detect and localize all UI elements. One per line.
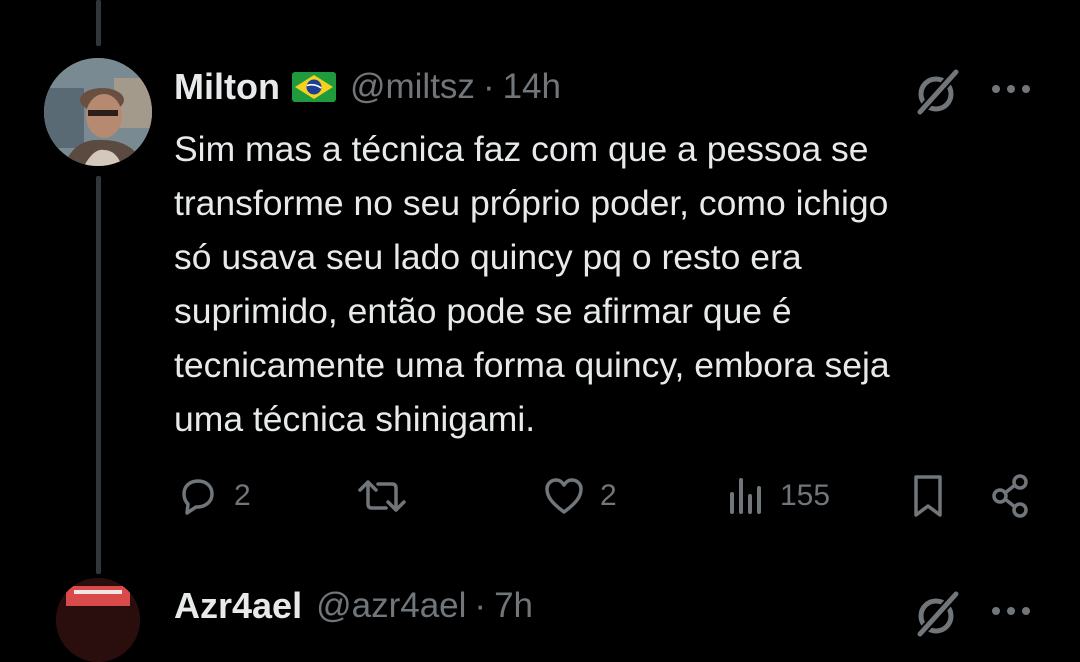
bookmark-button[interactable]	[908, 470, 948, 522]
like-count: 2	[600, 479, 617, 512]
views-button[interactable]: 155	[726, 470, 830, 522]
tweet-text: Sim mas a técnica faz com que a pessoa s…	[174, 122, 1044, 446]
author-name[interactable]: Milton	[174, 66, 280, 108]
tweet-text-line: uma técnica shinigami.	[174, 399, 536, 439]
thread-line-top	[96, 0, 101, 46]
tweet-text-line: tecnicamente uma forma quincy, embora se…	[174, 345, 890, 385]
tweet-text-line: transforme no seu próprio poder, como ic…	[174, 183, 889, 223]
next-grok-icon[interactable]	[912, 588, 964, 640]
separator-dot: ·	[482, 67, 495, 106]
reply-count: 2	[234, 479, 251, 512]
tweet-text-line: suprimido, então pode se afirmar que é	[174, 291, 792, 331]
bookmark-icon	[914, 475, 942, 517]
thread-line-bottom	[96, 176, 101, 574]
like-icon	[545, 478, 583, 514]
next-tweet-time[interactable]: 7h	[494, 586, 533, 626]
tweet-text-line: Sim mas a técnica faz com que a pessoa s…	[174, 129, 869, 169]
repost-button[interactable]	[356, 470, 422, 522]
grok-icon[interactable]	[912, 66, 964, 118]
views-icon	[730, 478, 761, 514]
more-icon[interactable]	[988, 74, 1034, 104]
like-button[interactable]: 2	[542, 470, 617, 522]
repost-icon	[358, 480, 406, 512]
separator-dot: ·	[474, 586, 487, 625]
author-avatar[interactable]	[44, 58, 152, 166]
next-more-icon[interactable]	[988, 596, 1034, 626]
reply-icon	[182, 479, 214, 515]
tweet-time[interactable]: 14h	[503, 67, 561, 107]
tweet-header: Milton @miltsz · 14h	[174, 64, 561, 110]
tweet-text-line: só usava seu lado quincy pq o resto era	[174, 237, 802, 277]
next-author-name[interactable]: Azr4ael	[174, 585, 302, 627]
author-handle[interactable]: @miltsz	[350, 67, 475, 107]
next-author-avatar[interactable]	[56, 578, 140, 662]
next-tweet-header: Azr4ael @azr4ael · 7h	[174, 585, 533, 627]
share-icon	[992, 474, 1028, 518]
share-button[interactable]	[988, 470, 1034, 522]
brazil-flag-icon	[291, 72, 336, 102]
next-author-handle[interactable]: @azr4ael	[316, 586, 466, 626]
views-count: 155	[780, 479, 831, 512]
reply-button[interactable]: 2	[176, 470, 251, 522]
